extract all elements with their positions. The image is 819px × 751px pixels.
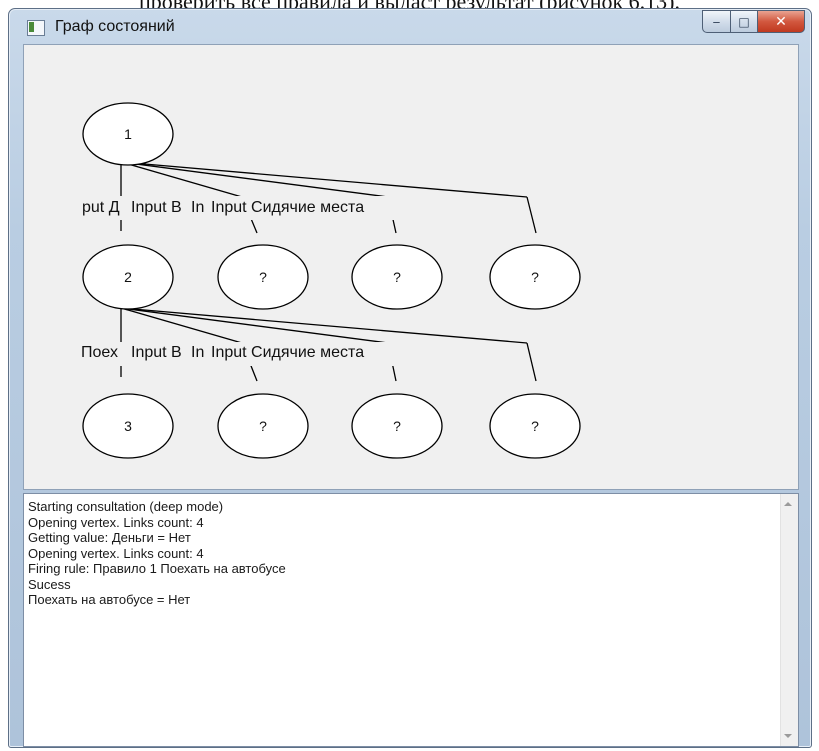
scroll-down-icon[interactable]	[784, 734, 792, 738]
edge-label: Input B	[131, 199, 182, 216]
vertical-scrollbar[interactable]	[780, 494, 798, 746]
edge-1-q3-lower	[526, 196, 537, 234]
edge-1-q2	[120, 161, 389, 198]
edge-label: put Д	[82, 199, 120, 216]
state-graph-canvas: put Д Input B In Input Сидячие места Пое…	[23, 44, 799, 490]
log-line: Getting value: Деньги = Нет	[28, 530, 191, 545]
title-bar[interactable]: Граф состояний ‒ □ ✕	[9, 9, 811, 41]
edge-label: Input Сидячие места	[211, 344, 364, 361]
graph-node-label: ?	[393, 418, 401, 434]
graph-node-label: 1	[124, 126, 132, 142]
edge-2-q2	[120, 307, 389, 344]
scroll-up-icon[interactable]	[784, 502, 792, 506]
edge-label: In	[191, 344, 204, 361]
graph-node-label: ?	[531, 269, 539, 285]
log-line: Starting consultation (deep mode)	[28, 499, 224, 514]
maximize-icon: □	[738, 14, 750, 29]
consultation-log[interactable]: Starting consultation (deep mode) Openin…	[23, 493, 799, 747]
edge-label: Input Сидячие места	[211, 199, 364, 216]
edge-label: Input B	[131, 344, 182, 361]
graph-node-label: 3	[124, 418, 132, 434]
close-icon: ✕	[775, 13, 787, 30]
maximize-button[interactable]: □	[731, 10, 758, 33]
graph-node-label: ?	[531, 418, 539, 434]
state-graph: put Д Input B In Input Сидячие места Пое…	[80, 102, 581, 459]
log-line: Opening vertex. Links count: 4	[28, 545, 204, 561]
log-line: Firing rule: Правило 1 Поехать на автобу…	[28, 561, 286, 576]
minimize-icon: ‒	[712, 14, 721, 29]
graph-window: Граф состояний ‒ □ ✕ put Д Input B In In…	[8, 8, 812, 748]
log-line: Поехать на автобусе = Нет	[28, 592, 191, 607]
edge-label: In	[191, 199, 204, 216]
log-line: Sucess	[28, 576, 71, 592]
caption-buttons: ‒ □ ✕	[702, 10, 805, 33]
graph-node-label: ?	[393, 269, 401, 285]
edge-2-q3-lower	[526, 342, 537, 382]
log-line: Opening vertex. Links count: 4	[28, 514, 204, 530]
graph-node-label: 2	[124, 269, 132, 285]
graph-node-label: ?	[259, 418, 267, 434]
log-lines: Starting consultation (deep mode) Openin…	[28, 499, 776, 608]
edge-label: Поех	[81, 344, 118, 361]
window-title: Граф состояний	[55, 18, 175, 35]
close-button[interactable]: ✕	[758, 10, 805, 33]
app-window-icon	[27, 20, 45, 36]
graph-node-label: ?	[259, 269, 267, 285]
minimize-button[interactable]: ‒	[702, 10, 731, 33]
